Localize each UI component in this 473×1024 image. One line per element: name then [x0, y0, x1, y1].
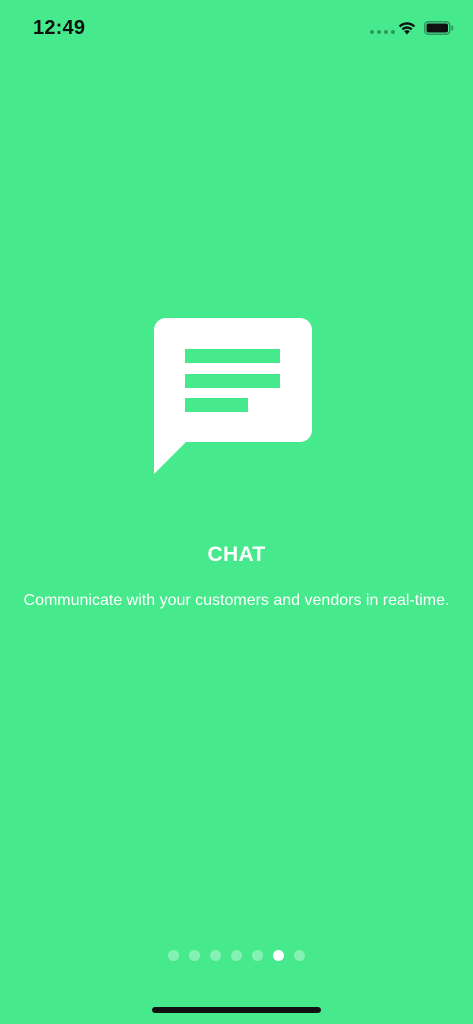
- chat-bubble-icon: [154, 318, 312, 474]
- page-dot-4[interactable]: [231, 950, 242, 961]
- status-time: 12:49: [33, 17, 86, 39]
- onboarding-title: CHAT: [207, 543, 266, 566]
- page-dot-5[interactable]: [252, 950, 263, 961]
- status-bar: 12:49: [0, 0, 473, 56]
- page-dot-6[interactable]: [273, 950, 284, 961]
- onboarding-description: Communicate with your customers and vend…: [23, 592, 450, 609]
- page-dot-1[interactable]: [168, 950, 179, 961]
- battery-icon: [424, 21, 454, 35]
- page-dot-3[interactable]: [210, 950, 221, 961]
- home-indicator[interactable]: [152, 1007, 321, 1013]
- page-dot-2[interactable]: [189, 950, 200, 961]
- cellular-signal-icon: [370, 30, 395, 34]
- page-dot-7[interactable]: [294, 950, 305, 961]
- wifi-icon: [398, 22, 416, 35]
- page-indicator[interactable]: [0, 950, 473, 961]
